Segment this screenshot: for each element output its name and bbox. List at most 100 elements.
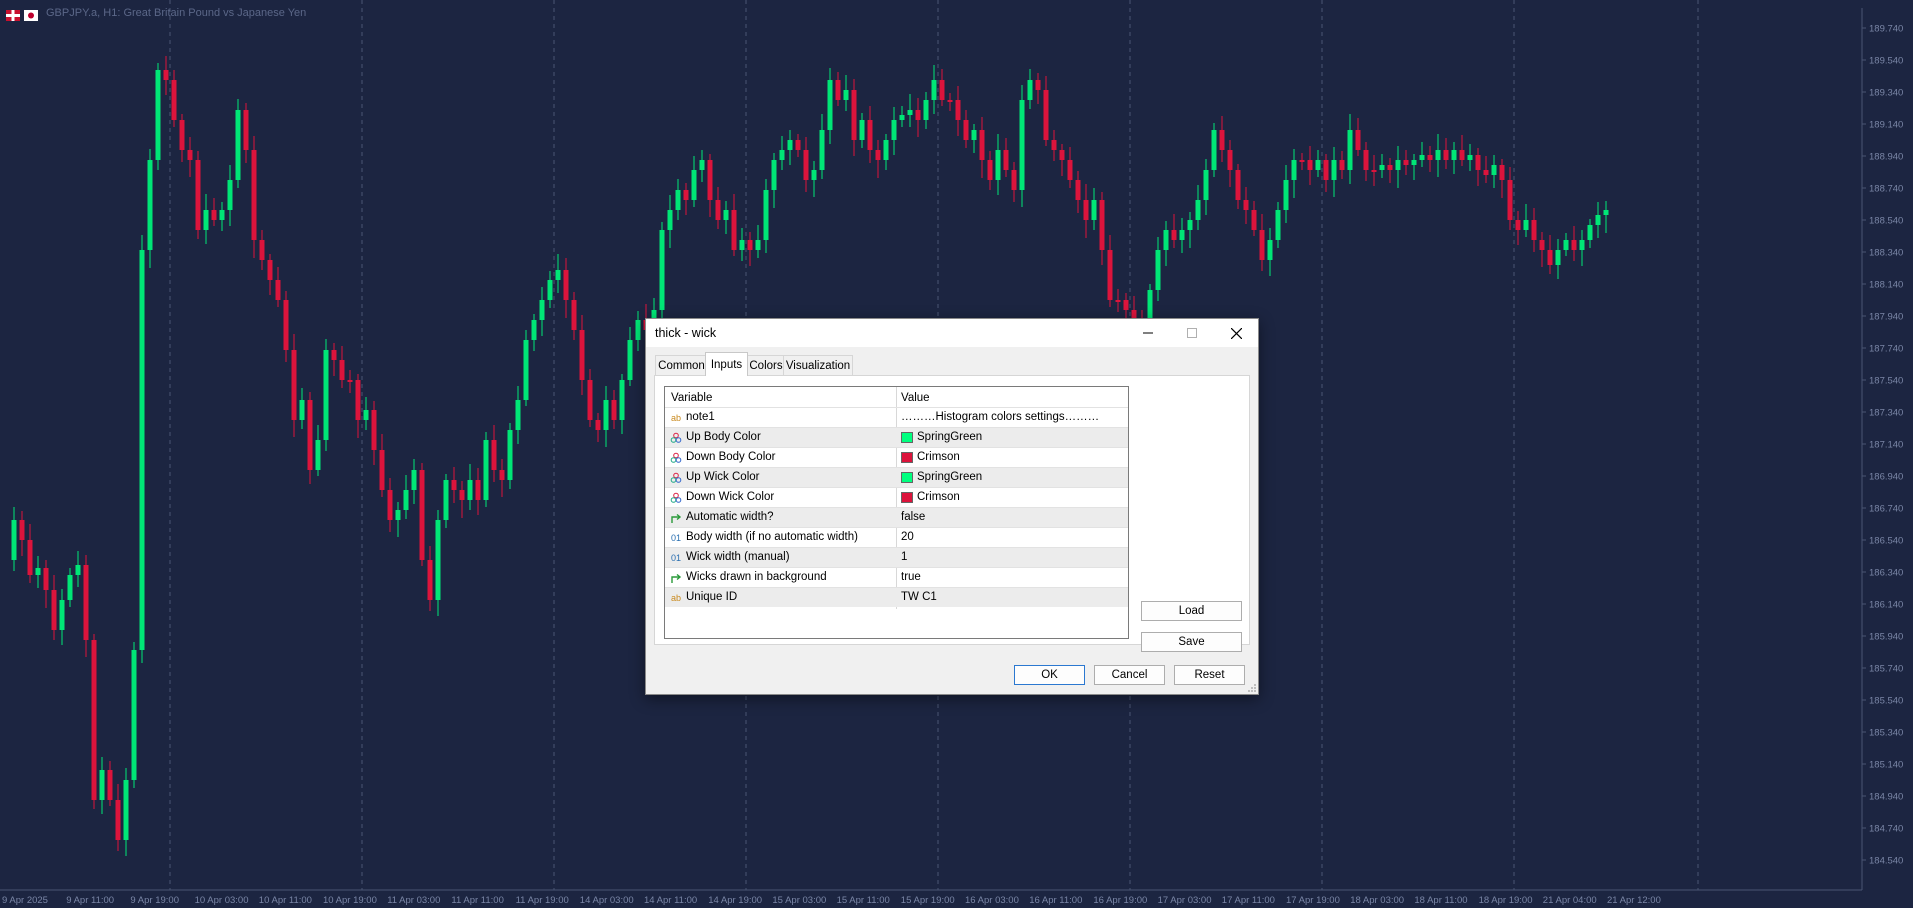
input-value[interactable]: ………Histogram colors settings………: [901, 411, 1099, 423]
candle-body: [1443, 150, 1449, 160]
candle-body: [819, 130, 825, 170]
time-label: 9 Apr 2025: [2, 895, 48, 906]
candle-body: [1347, 130, 1353, 170]
input-row[interactable]: Down Wick Color Crimson: [665, 487, 1128, 507]
column-header-value[interactable]: Value: [901, 392, 930, 404]
tab-inputs[interactable]: Inputs: [705, 352, 748, 376]
candle-body: [443, 480, 449, 520]
candle-body: [1283, 180, 1289, 210]
input-value[interactable]: SpringGreen: [917, 471, 982, 483]
color-swatch[interactable]: [901, 432, 913, 443]
tab-visualization[interactable]: Visualization: [783, 355, 853, 375]
candle-body: [1523, 220, 1529, 230]
input-variable-name: Wicks drawn in background: [686, 571, 827, 583]
candle-body: [891, 120, 897, 140]
color-swatch[interactable]: [901, 452, 913, 463]
candle-body: [195, 160, 201, 230]
input-row[interactable]: Wicks drawn in background true: [665, 567, 1128, 587]
input-row[interactable]: ab note1 ………Histogram colors settings………: [665, 407, 1128, 427]
candle-body: [1147, 290, 1153, 320]
input-row[interactable]: Automatic width? false: [665, 507, 1128, 527]
color-swatch[interactable]: [901, 472, 913, 483]
input-row[interactable]: Up Wick Color SpringGreen: [665, 467, 1128, 487]
cancel-button[interactable]: Cancel: [1094, 665, 1165, 685]
candle-body: [35, 568, 41, 575]
candle-body: [867, 120, 873, 150]
candle-body: [411, 470, 417, 490]
candle-body: [11, 520, 17, 560]
minimize-button[interactable]: [1126, 319, 1170, 347]
candle-body: [475, 480, 481, 500]
candle-body: [963, 120, 969, 140]
candle-body: [59, 600, 65, 630]
input-value[interactable]: TW C1: [901, 591, 937, 603]
candle-body: [1483, 170, 1489, 175]
color-swatch[interactable]: [901, 492, 913, 503]
maximize-button[interactable]: [1170, 319, 1214, 347]
resize-grip-icon[interactable]: [1247, 683, 1257, 693]
column-header-variable[interactable]: Variable: [671, 392, 712, 404]
palette-icon: [670, 492, 682, 504]
candle-body: [523, 340, 529, 400]
input-row[interactable]: Up Body Color SpringGreen: [665, 427, 1128, 447]
time-label: 11 Apr 19:00: [516, 895, 569, 906]
save-button[interactable]: Save: [1141, 632, 1242, 652]
candle-body: [683, 190, 689, 200]
number-icon: 01: [670, 533, 681, 543]
candle-body: [1603, 210, 1609, 215]
time-label: 18 Apr 03:00: [1350, 895, 1404, 906]
input-value[interactable]: Crimson: [917, 451, 960, 463]
text-icon: ab: [670, 413, 681, 423]
candle-body: [427, 560, 433, 600]
candle-body: [979, 130, 985, 160]
input-row[interactable]: 01 Body width (if no automatic width) 20: [665, 527, 1128, 547]
tab-colors[interactable]: Colors: [746, 355, 786, 375]
candle-body: [1243, 200, 1249, 210]
candle-body: [291, 350, 297, 420]
candle-body: [395, 510, 401, 520]
input-row[interactable]: Down Body Color Crimson: [665, 447, 1128, 467]
candle-body: [1259, 230, 1265, 260]
candle-body: [1435, 150, 1441, 160]
candle-body: [1315, 160, 1321, 170]
candle-body: [859, 120, 865, 140]
candle-body: [1067, 160, 1073, 180]
candle-body: [1387, 165, 1393, 170]
tab-common[interactable]: Common: [655, 355, 708, 375]
close-button[interactable]: [1214, 319, 1258, 347]
candle-body: [507, 430, 513, 480]
input-row[interactable]: 01 Wick width (manual) 1: [665, 547, 1128, 567]
input-value[interactable]: 1: [901, 551, 907, 563]
time-label: 10 Apr 11:00: [259, 895, 312, 906]
candle-body: [555, 270, 561, 280]
price-label: 189.740: [1869, 24, 1903, 35]
candle-body: [1187, 220, 1193, 230]
input-value[interactable]: false: [901, 511, 925, 523]
candle-body: [243, 110, 249, 150]
time-label: 17 Apr 19:00: [1286, 895, 1340, 906]
price-label: 184.740: [1869, 824, 1903, 835]
price-label: 188.340: [1869, 248, 1903, 259]
price-label: 186.140: [1869, 600, 1903, 611]
candle-body: [1459, 150, 1465, 160]
load-button[interactable]: Load: [1141, 601, 1242, 621]
time-label: 18 Apr 11:00: [1414, 895, 1467, 906]
input-value[interactable]: Crimson: [917, 491, 960, 503]
input-value[interactable]: SpringGreen: [917, 431, 982, 443]
input-value[interactable]: true: [901, 571, 921, 583]
time-label: 21 Apr 12:00: [1607, 895, 1661, 906]
dialog-titlebar[interactable]: thick - wick: [646, 319, 1258, 347]
price-label: 185.940: [1869, 632, 1903, 643]
candle-body: [363, 410, 369, 420]
ok-button[interactable]: OK: [1014, 665, 1085, 685]
candle-body: [459, 490, 465, 500]
input-row[interactable]: ab Unique ID TW C1: [665, 587, 1128, 607]
candle-body: [995, 150, 1001, 180]
candle-body: [1555, 250, 1561, 265]
candle-body: [931, 80, 937, 100]
input-value[interactable]: 20: [901, 531, 914, 543]
candle-body: [299, 400, 305, 420]
candle-body: [1531, 220, 1537, 240]
reset-button[interactable]: Reset: [1174, 665, 1245, 685]
time-label: 9 Apr 11:00: [66, 895, 114, 906]
